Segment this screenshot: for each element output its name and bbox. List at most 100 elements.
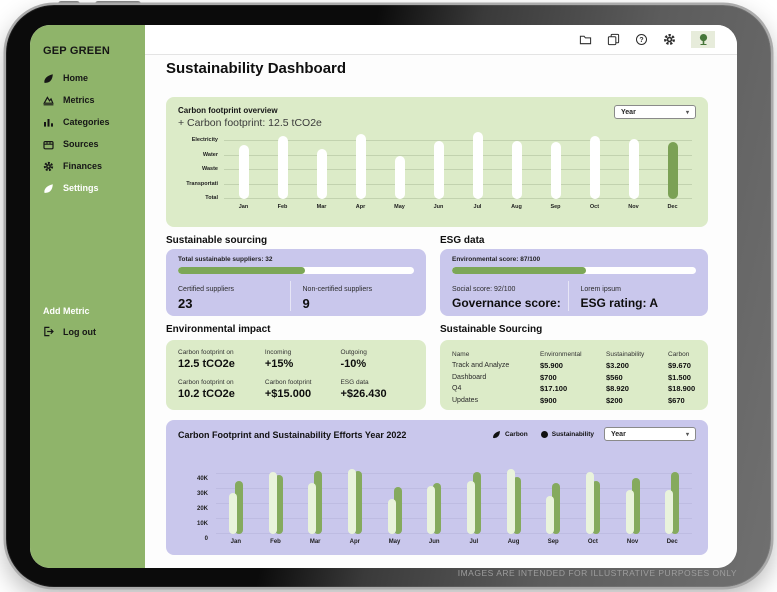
sidebar-item-sources[interactable]: Sources bbox=[43, 133, 141, 155]
table-cell: $1.500 bbox=[668, 372, 698, 383]
esg-data-card: Environmental score: 87/100 Social score… bbox=[440, 249, 708, 316]
sidebar-item-label: Home bbox=[63, 73, 88, 83]
sidebar-item-metrics[interactable]: Metrics bbox=[43, 89, 141, 111]
bar-carbon bbox=[507, 469, 515, 534]
metric-label: Outgoing bbox=[340, 349, 416, 356]
x-axis-label: May bbox=[380, 204, 419, 210]
metric-label: Carbon footprint on bbox=[178, 349, 265, 356]
metric-value: 12.5 tCO2e bbox=[178, 358, 265, 370]
y-axis-label: 10K bbox=[197, 521, 208, 527]
table-column-header: Name bbox=[452, 349, 540, 360]
logout-button[interactable]: Log out bbox=[43, 326, 96, 337]
copy-icon[interactable] bbox=[607, 33, 620, 46]
sustainable-sourcing-card: Total sustainable suppliers: 32 Certifie… bbox=[166, 249, 426, 316]
environmental-score-bar bbox=[452, 267, 696, 274]
y-axis-label: 40K bbox=[197, 476, 208, 482]
chart-bar-jun bbox=[434, 141, 444, 199]
year-dropdown-bottom[interactable]: Year ▾ bbox=[604, 427, 696, 441]
sidebar-item-home[interactable]: Home bbox=[43, 67, 141, 89]
help-icon[interactable]: ? bbox=[635, 33, 648, 46]
gear-icon[interactable] bbox=[663, 33, 676, 46]
main-content: ? Sustainability Dashboard Carbon footpr… bbox=[145, 25, 737, 568]
page-title: Sustainability Dashboard bbox=[166, 60, 346, 77]
suppliers-progress-bar bbox=[178, 267, 414, 274]
bar-group-nov bbox=[613, 466, 653, 534]
avatar[interactable] bbox=[691, 31, 715, 48]
table-column-header: Sustainability bbox=[606, 349, 668, 360]
bar-carbon bbox=[586, 472, 594, 534]
bar-carbon bbox=[229, 493, 237, 534]
table-cell: $670 bbox=[668, 395, 698, 406]
bar-group-feb bbox=[256, 466, 296, 534]
table-cell: Q4 bbox=[452, 383, 540, 394]
year-dropdown[interactable]: Year ▾ bbox=[614, 105, 696, 119]
legend-sustainability: Sustainability bbox=[541, 431, 594, 438]
table-column-header: Carbon bbox=[668, 349, 698, 360]
bar-group-mar bbox=[295, 466, 335, 534]
table-row: Updates$900$200$670 bbox=[452, 395, 698, 406]
sidebar-item-label: Sources bbox=[63, 139, 99, 149]
sustainable-sourcing-heading: Sustainable sourcing bbox=[166, 235, 267, 246]
table-cell: Track and Analyze bbox=[452, 360, 540, 371]
sidebar-item-label: Metrics bbox=[63, 95, 95, 105]
sidebar-menu: Home Metrics Categories Sources FinancesSett… bbox=[43, 67, 141, 199]
table-cell: $200 bbox=[606, 395, 668, 406]
environmental-impact-heading: Environmental impact bbox=[166, 324, 270, 335]
metric-label: Incoming bbox=[265, 349, 341, 356]
table-cell: $3.200 bbox=[606, 360, 668, 371]
suppliers-progress-fill bbox=[178, 267, 305, 274]
x-axis-label: Jan bbox=[216, 539, 256, 545]
bar-carbon bbox=[626, 490, 634, 534]
leaf-icon bbox=[43, 73, 54, 84]
x-axis-label: Oct bbox=[575, 204, 614, 210]
metric-value: +$15.000 bbox=[265, 388, 341, 400]
gear-icon bbox=[43, 161, 54, 172]
categories-icon bbox=[43, 117, 54, 128]
bar-carbon bbox=[427, 486, 435, 534]
chart-bar-sep bbox=[551, 142, 561, 199]
chart-bar-dec bbox=[668, 142, 678, 199]
bar-carbon bbox=[546, 496, 554, 534]
dot-icon bbox=[541, 431, 548, 438]
table-cell: $8.920 bbox=[606, 383, 668, 394]
table-cell: $560 bbox=[606, 372, 668, 383]
bar-carbon bbox=[665, 490, 673, 534]
chart-bar-jul bbox=[473, 132, 483, 199]
x-axis-label: Oct bbox=[573, 539, 613, 545]
certified-suppliers-stat: Certified suppliers 23 bbox=[178, 281, 290, 311]
table-row: Q4$17.100$8.920$18.900 bbox=[452, 383, 698, 394]
svg-text:?: ? bbox=[639, 37, 643, 44]
table-row: Track and Analyze$5.900$3.200$9.670 bbox=[452, 360, 698, 371]
chart-bar-jan bbox=[239, 145, 249, 199]
add-metric-button[interactable]: Add Metric bbox=[43, 306, 90, 316]
folder-icon[interactable] bbox=[579, 33, 592, 46]
environmental-score-label: Environmental score: 87/100 bbox=[452, 256, 540, 263]
environmental-impact-grid: Carbon footprint on 12.5 tCO2eIncoming +15… bbox=[178, 349, 416, 403]
bar-group-sep bbox=[533, 466, 573, 534]
brand-logo: GEP GREEN bbox=[43, 45, 110, 57]
bar-group-oct bbox=[573, 466, 613, 534]
bottom-chart-card: Carbon Footprint and Sustainability Effo… bbox=[166, 420, 708, 555]
sidebar-item-categories[interactable]: Categories bbox=[43, 111, 141, 133]
table-cell: $17.100 bbox=[540, 383, 606, 394]
environmental-score-fill bbox=[452, 267, 586, 274]
table-header-row: NameEnvironmentalSustainabilityCarbon bbox=[452, 349, 698, 360]
social-score-stat: Social score: 92/100 Governance score: bbox=[452, 281, 568, 311]
topbar: ? bbox=[145, 25, 737, 55]
y-axis-label: Transportati bbox=[186, 181, 218, 187]
table-cell: $9.670 bbox=[668, 360, 698, 371]
chevron-down-icon: ▾ bbox=[686, 431, 689, 438]
carbon-overview-chart-x-labels: JanFebMarAprMayJunJulAugSepOctNovDec bbox=[224, 204, 692, 210]
sidebar-item-label: Categories bbox=[63, 117, 110, 127]
table-cell: Dashboard bbox=[452, 372, 540, 383]
metric-value: +15% bbox=[265, 358, 341, 370]
metric-value: -10% bbox=[340, 358, 416, 370]
sidebar-item-finances[interactable]: Finances bbox=[43, 155, 141, 177]
table-cell: $5.900 bbox=[540, 360, 606, 371]
table-cell: Updates bbox=[452, 395, 540, 406]
bar-group-apr bbox=[335, 466, 375, 534]
x-axis-label: Mar bbox=[295, 539, 335, 545]
x-axis-label: Dec bbox=[653, 204, 692, 210]
sidebar-item-settings[interactable]: Settings bbox=[43, 177, 141, 199]
sidebar: GEP GREEN Home Metrics Categories Sources Fi… bbox=[30, 25, 145, 568]
